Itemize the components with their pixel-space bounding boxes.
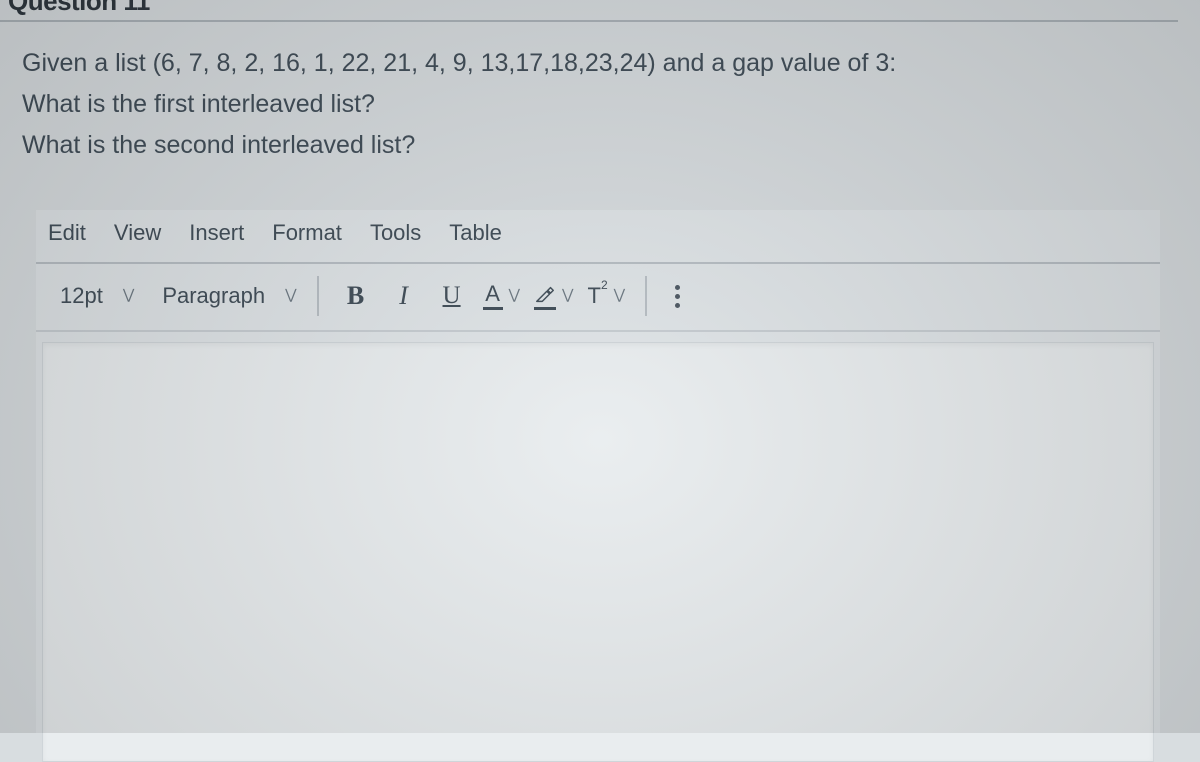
chevron-down-icon: ⋁	[285, 286, 296, 303]
chevron-down-icon: ⋁	[509, 286, 520, 303]
superscript-dropdown[interactable]: T2 ⋁	[588, 279, 626, 313]
editor-content-area[interactable]	[42, 342, 1154, 762]
chevron-down-icon: ⋁	[562, 286, 573, 303]
menu-edit[interactable]: Edit	[48, 220, 86, 246]
kebab-dot	[675, 303, 680, 308]
question-number-label: Question 11	[8, 0, 150, 17]
menu-insert[interactable]: Insert	[189, 220, 244, 246]
highlighter-icon	[534, 283, 556, 305]
header-divider	[0, 20, 1178, 22]
menu-tools[interactable]: Tools	[370, 220, 421, 246]
toolbar-divider	[645, 276, 647, 316]
highlight-color-dropdown[interactable]: ⋁	[534, 279, 573, 313]
paragraph-style-value: Paragraph	[162, 283, 265, 309]
question-prompt: Given a list (6, 7, 8, 2, 16, 1, 22, 21,…	[22, 44, 1170, 166]
font-size-dropdown[interactable]: 12pt ⋁	[46, 283, 148, 309]
italic-button[interactable]: I	[387, 279, 421, 313]
bold-button[interactable]: B	[339, 279, 373, 313]
paragraph-style-dropdown[interactable]: Paragraph ⋁	[148, 283, 310, 309]
prompt-line: Given a list (6, 7, 8, 2, 16, 1, 22, 21,…	[22, 44, 1170, 83]
prompt-line: What is the first interleaved list?	[22, 85, 1170, 124]
chevron-down-icon: ⋁	[123, 286, 134, 303]
menu-format[interactable]: Format	[272, 220, 342, 246]
font-size-value: 12pt	[60, 283, 103, 309]
kebab-dot	[675, 285, 680, 290]
kebab-dot	[675, 294, 680, 299]
menu-table[interactable]: Table	[449, 220, 502, 246]
more-options-button[interactable]	[667, 281, 688, 312]
highlight-color-bar	[534, 307, 556, 310]
text-color-icon: A	[485, 283, 500, 305]
chevron-down-icon: ⋁	[614, 286, 625, 303]
editor-menubar: Edit View Insert Format Tools Table	[36, 210, 1160, 264]
prompt-line: What is the second interleaved list?	[22, 126, 1170, 165]
text-color-bar	[483, 307, 503, 310]
text-color-dropdown[interactable]: A ⋁	[483, 279, 520, 313]
editor-toolbar: 12pt ⋁ Paragraph ⋁ B I U A ⋁	[36, 264, 1160, 332]
rich-text-editor: Edit View Insert Format Tools Table 12pt…	[36, 210, 1160, 733]
menu-view[interactable]: View	[114, 220, 161, 246]
toolbar-divider	[317, 276, 319, 316]
superscript-icon: T2	[588, 283, 608, 309]
underline-button[interactable]: U	[435, 279, 469, 313]
